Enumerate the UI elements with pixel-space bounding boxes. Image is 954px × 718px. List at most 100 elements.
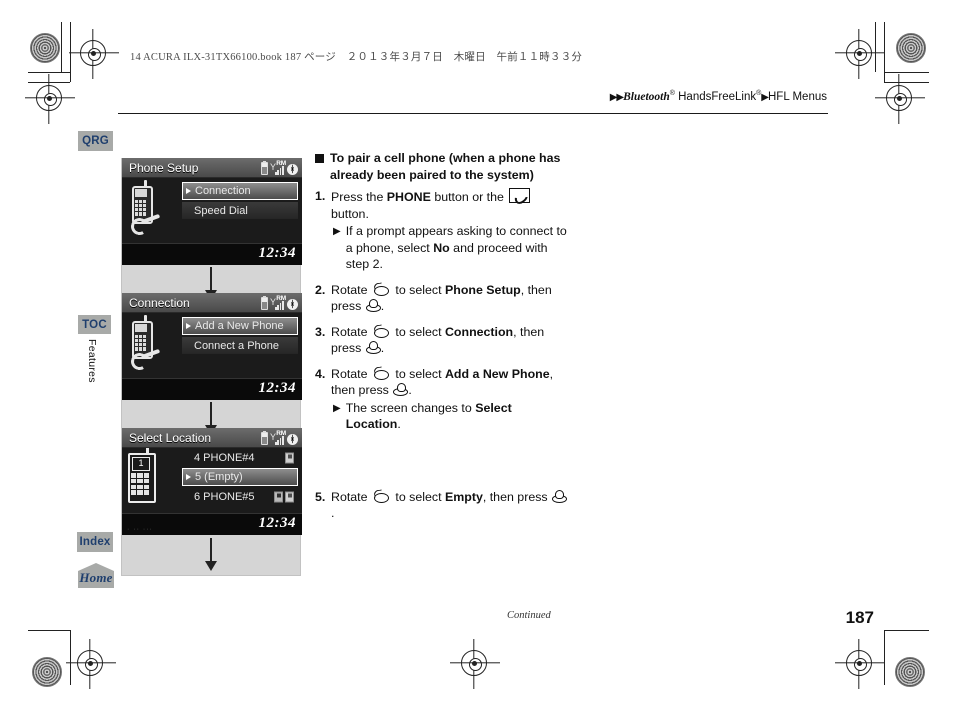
press-knob-icon — [393, 383, 409, 396]
section-label-features: Features — [86, 339, 98, 383]
step-3: 3. Rotate to select Connection, then pre… — [315, 324, 570, 357]
registration-mark — [36, 85, 62, 111]
sidebar-tab-index[interactable]: Index — [77, 532, 113, 552]
signal-bars — [275, 436, 284, 445]
screen-footer: · ·· ··· 12:34 — [122, 513, 302, 535]
scroll-indicator: · ·· ··· — [127, 526, 153, 533]
step-text: to select — [391, 324, 445, 339]
nav-screen-select-location: Select Location Y RM ᚼ 1 4 PHONE#4 5 (Em… — [122, 428, 302, 535]
menu-item-phone4[interactable]: 4 PHONE#4 — [182, 449, 298, 466]
crop-line — [884, 72, 929, 74]
screen-title: Connection — [129, 295, 190, 310]
step-text: . — [380, 299, 385, 313]
roaming-label: RM — [276, 430, 286, 437]
step-number: 3. — [315, 324, 326, 339]
crop-line — [884, 82, 929, 84]
signal-bars — [275, 301, 284, 310]
menu-item-label: 5 (Empty) — [195, 471, 243, 483]
nav-screen-connection: Connection Y RM ᚼ Add a New Phone Connec… — [122, 293, 302, 400]
sidebar-tab-toc[interactable]: TOC — [78, 315, 111, 334]
step-text: . — [380, 341, 385, 355]
menu-item-label: 4 PHONE#4 — [194, 451, 255, 464]
halftone-circle-top-right — [896, 33, 926, 63]
sim-badge-icon — [285, 491, 294, 502]
crop-line — [70, 630, 72, 685]
step-text: Rotate — [331, 282, 371, 297]
note-text: The screen changes to — [345, 400, 476, 415]
page-number: 187 — [845, 608, 874, 627]
handset-numbered-icon: 1 — [128, 448, 156, 503]
halftone-circle-top-left — [30, 33, 60, 63]
step-text: button or the — [430, 190, 508, 204]
sim-badge-icon — [285, 452, 294, 463]
step-body: Rotate to select Connection, then press … — [331, 324, 570, 357]
step-text: Rotate — [331, 366, 371, 381]
signal-strength-icon: Y RM — [270, 430, 286, 445]
pickup-handset-key-icon — [509, 188, 531, 203]
handset-wrench-icon — [130, 180, 153, 226]
running-head-section: HFL Menus — [767, 90, 827, 103]
menu-item-label: 6 PHONE#5 — [194, 490, 255, 503]
menu-item-empty-slot[interactable]: 5 (Empty) — [182, 468, 298, 486]
signal-bars — [275, 166, 284, 175]
halftone-circle-bottom-left — [32, 657, 62, 687]
screen-header: Phone Setup Y RM ᚼ — [122, 158, 302, 178]
step-5: 5. Rotate to select Empty, then press . — [315, 489, 570, 522]
step-text: Press the — [331, 190, 387, 204]
registration-mark — [886, 85, 912, 111]
menu-item-phone5[interactable]: 6 PHONE#5 — [182, 488, 298, 505]
step-number: 4. — [315, 366, 326, 381]
clock: 12:34 — [258, 245, 296, 261]
screen-title: Select Location — [129, 430, 212, 445]
triangle-right-icon: ▶ — [333, 226, 341, 237]
clock: 12:34 — [258, 380, 296, 396]
note-text: . — [397, 417, 401, 431]
sidebar-tab-qrg[interactable]: QRG — [78, 131, 113, 151]
status-icons: Y RM ᚼ — [261, 429, 298, 445]
running-head-brand: Bluetooth — [623, 90, 670, 103]
halftone-circle-bottom-right — [895, 657, 925, 687]
phone-setup-illustration — [122, 313, 180, 378]
step-text: , then press — [482, 489, 552, 504]
select-location-illustration: 1 — [122, 448, 180, 513]
screen-body: 1 4 PHONE#4 5 (Empty) 6 PHONE#5 — [122, 448, 302, 513]
nav-screen-phone-setup: Phone Setup Y RM ᚼ Connection Speed Dial… — [122, 158, 302, 265]
menu-list: Add a New Phone Connect a Phone — [178, 313, 302, 378]
crop-line — [61, 22, 63, 72]
instruction-block: To pair a cell phone (when a phone has a… — [315, 150, 570, 522]
item-badges — [274, 491, 294, 502]
screen-header: Connection Y RM ᚼ — [122, 293, 302, 313]
signal-strength-icon: Y RM — [270, 295, 286, 310]
handset-slot-number: 1 — [132, 457, 150, 471]
menu-item-add-a-new-phone[interactable]: Add a New Phone — [182, 317, 298, 335]
step-text: . — [331, 506, 335, 520]
sidebar-tab-home[interactable]: Home — [78, 563, 114, 588]
screen-title: Phone Setup — [129, 160, 199, 175]
menu-item-connection[interactable]: Connection — [182, 182, 298, 200]
triangle-right-icon: ▶ — [333, 402, 341, 414]
menu-item-speed-dial[interactable]: Speed Dial — [182, 202, 298, 219]
signal-strength-icon: Y RM — [270, 160, 286, 175]
crop-line — [884, 630, 886, 685]
chevron-double-right-icon: ▶▶ — [609, 91, 624, 103]
step-number: 5. — [315, 489, 326, 504]
registration-mark-center — [461, 650, 487, 676]
screen-body: Connection Speed Dial — [122, 178, 302, 243]
bluetooth-icon: ᚼ — [287, 164, 298, 175]
crop-line — [884, 630, 929, 632]
screen-body: Add a New Phone Connect a Phone — [122, 313, 302, 378]
registration-mark — [77, 650, 103, 676]
connection-option-label: Connection — [444, 324, 514, 339]
rotate-knob-icon — [373, 367, 390, 380]
menu-item-connect-a-phone[interactable]: Connect a Phone — [182, 337, 298, 354]
step-text: Rotate — [331, 324, 371, 339]
menu-list: 4 PHONE#4 5 (Empty) 6 PHONE#5 — [178, 448, 302, 513]
crop-line — [875, 22, 877, 72]
rotate-knob-icon — [373, 283, 390, 296]
screen-flow-panel: Phone Setup Y RM ᚼ Connection Speed Dial… — [121, 158, 302, 576]
status-icons: Y RM ᚼ — [261, 294, 298, 310]
screen-footer: 12:34 — [122, 378, 302, 400]
phonebook-badge-icon — [274, 491, 283, 502]
bluetooth-icon: ᚼ — [287, 299, 298, 310]
running-head-product: HandsFreeLink — [674, 90, 757, 103]
